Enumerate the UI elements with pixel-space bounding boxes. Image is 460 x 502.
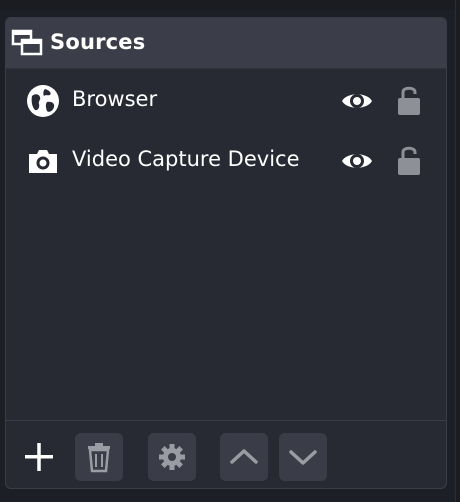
source-label: Browser: [72, 87, 158, 111]
sources-toolbar: [6, 420, 446, 488]
visibility-eye-icon[interactable]: [340, 147, 374, 175]
top-edge: [0, 0, 460, 10]
visibility-eye-icon[interactable]: [340, 87, 374, 115]
remove-source-button[interactable]: [75, 433, 123, 481]
obs-window: Sources Browser Video Capture Device: [0, 0, 460, 502]
move-source-down-button[interactable]: [279, 433, 327, 481]
gear-icon: [159, 444, 185, 470]
adjacent-dock-edge: [455, 0, 460, 502]
sources-dock-icon: [11, 28, 43, 58]
chevron-down-icon: [289, 450, 317, 465]
unlocked-padlock-icon[interactable]: [396, 143, 422, 177]
source-item-video-capture-device[interactable]: Video Capture Device: [6, 129, 446, 189]
dock-header[interactable]: Sources: [6, 18, 446, 69]
trash-icon: [88, 443, 110, 473]
chevron-up-icon: [230, 449, 258, 464]
source-item-browser[interactable]: Browser: [6, 69, 446, 129]
unlocked-padlock-icon[interactable]: [396, 83, 422, 117]
source-list[interactable]: Browser Video Capture Device: [6, 69, 446, 419]
plus-icon: [25, 443, 53, 471]
camera-icon: [26, 144, 60, 178]
add-source-button[interactable]: [16, 433, 64, 481]
source-properties-button[interactable]: [148, 433, 196, 481]
dock-title: Sources: [50, 30, 146, 54]
globe-icon: [26, 84, 60, 118]
move-source-up-button[interactable]: [220, 433, 268, 481]
sources-dock: Sources Browser Video Capture Device: [5, 17, 447, 489]
source-label: Video Capture Device: [72, 147, 300, 171]
